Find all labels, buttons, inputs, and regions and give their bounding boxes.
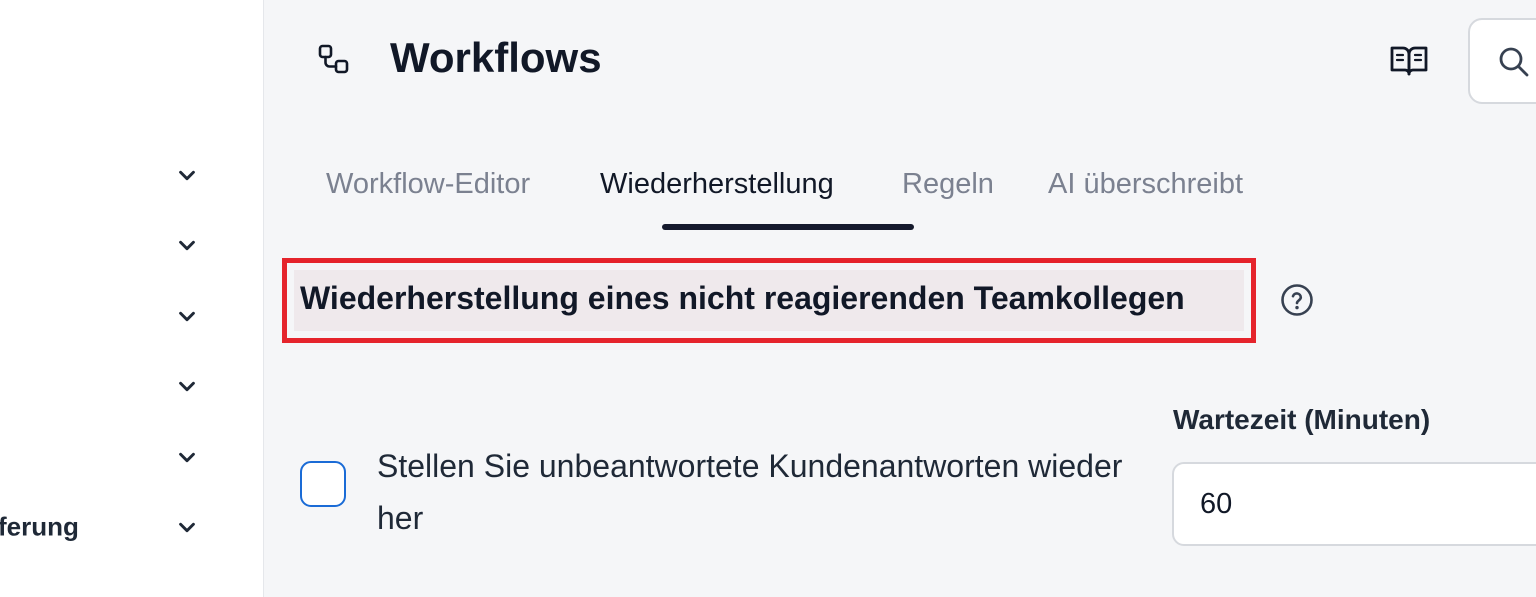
workflow-icon — [318, 44, 349, 74]
sidebar-item-2[interactable] — [0, 225, 210, 265]
tab-regeln[interactable]: Regeln — [902, 168, 994, 201]
chevron-down-icon[interactable] — [176, 305, 198, 327]
sidebar-item-6[interactable]: ferung — [0, 507, 210, 547]
chevron-down-icon[interactable] — [176, 375, 198, 397]
wait-time-input[interactable] — [1172, 462, 1536, 546]
sidebar-item-4[interactable] — [0, 366, 210, 406]
book-open-icon[interactable] — [1388, 40, 1430, 80]
restore-unanswered-label: Stellen Sie unbeantwortete Kundenantwort… — [377, 448, 1123, 536]
tab-workflow-editor[interactable]: Workflow-Editor — [326, 168, 530, 201]
chevron-down-icon[interactable] — [176, 164, 198, 186]
section-heading: Wiederherstellung eines nicht reagierend… — [300, 280, 1185, 316]
chevron-down-icon[interactable] — [176, 446, 198, 468]
sidebar-item-label: ferung — [0, 511, 79, 542]
page-title: Workflows — [390, 34, 602, 81]
wait-time-label: Wartezeit (Minuten) — [1173, 404, 1431, 435]
search-box[interactable] — [1468, 18, 1536, 104]
chevron-down-icon[interactable] — [176, 234, 198, 256]
tab-wiederherstellung[interactable]: Wiederherstellung — [600, 168, 834, 201]
restore-unanswered-checkbox[interactable] — [300, 461, 346, 507]
active-tab-indicator — [662, 224, 914, 230]
search-icon[interactable] — [1496, 44, 1532, 80]
sidebar-item-1[interactable] — [0, 155, 210, 195]
main-content: Workflows Workflow-Editor Wiederherstell… — [264, 0, 1536, 597]
sidebar-item-3[interactable] — [0, 296, 210, 336]
chevron-down-icon[interactable] — [176, 516, 198, 538]
tab-ai-ueberschreibt[interactable]: AI überschreibt — [1048, 168, 1243, 201]
sidebar: ferung — [0, 0, 264, 597]
help-circle-icon[interactable] — [1280, 283, 1314, 317]
sidebar-item-5[interactable] — [0, 437, 210, 477]
